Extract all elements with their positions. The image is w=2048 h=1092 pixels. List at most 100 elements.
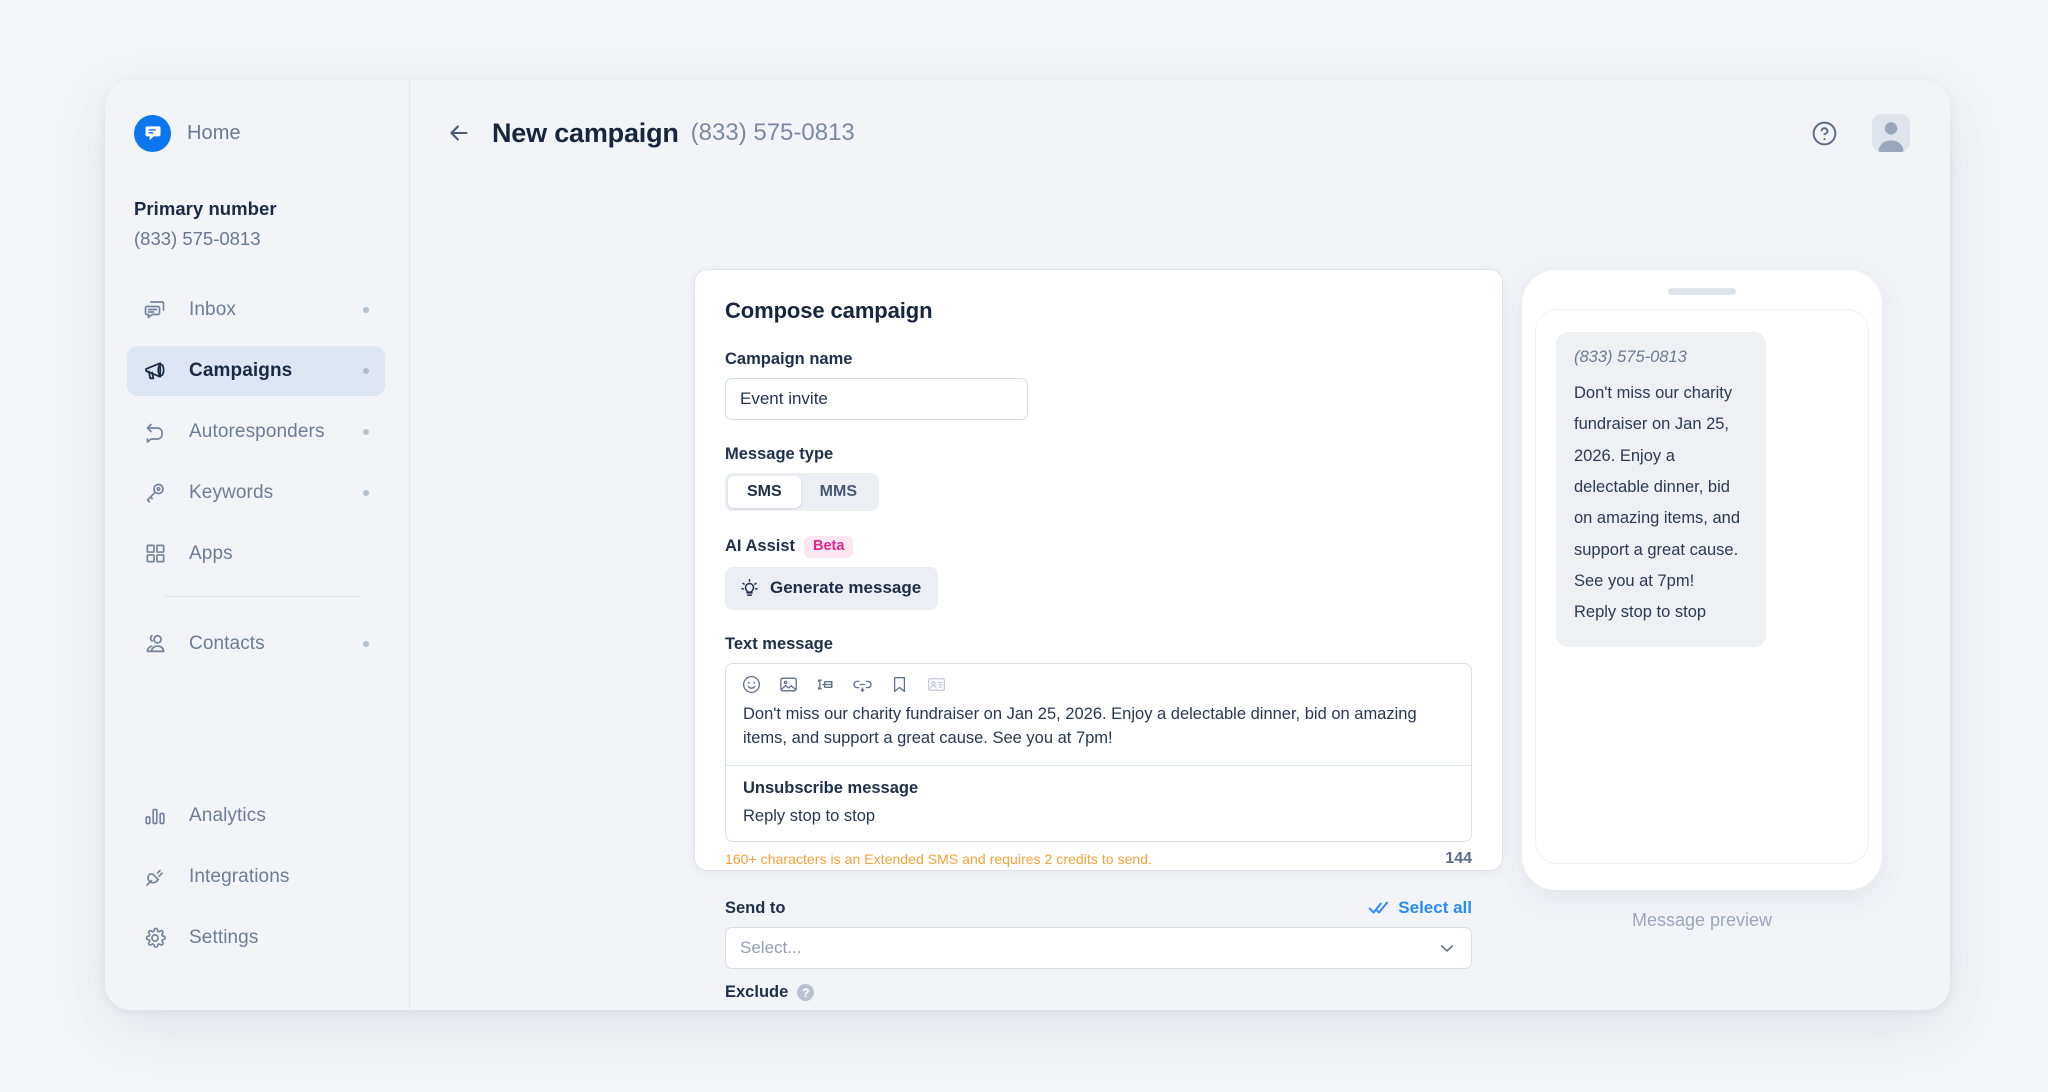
sidebar-item-analytics[interactable]: Analytics bbox=[127, 791, 385, 841]
sidebar: Home Primary number (833) 575-0813 Inbox bbox=[105, 80, 410, 1010]
bookmark-icon[interactable] bbox=[888, 673, 911, 696]
contact-card-icon bbox=[925, 673, 948, 696]
status-dot bbox=[363, 368, 369, 374]
unsubscribe-text: Reply stop to stop bbox=[743, 807, 1454, 826]
campaign-name-field-group: Campaign name bbox=[725, 350, 1472, 420]
emoji-icon[interactable] bbox=[740, 673, 763, 696]
sidebar-item-keywords[interactable]: Keywords bbox=[127, 468, 385, 518]
status-dot bbox=[363, 641, 369, 647]
key-icon bbox=[142, 480, 168, 506]
double-check-icon bbox=[1368, 899, 1390, 917]
megaphone-icon bbox=[142, 358, 168, 384]
sidebar-item-apps[interactable]: Apps bbox=[127, 529, 385, 579]
send-to-label: Send to bbox=[725, 899, 786, 918]
app-page: Home Primary number (833) 575-0813 Inbox bbox=[0, 0, 2048, 1092]
gear-icon bbox=[142, 925, 168, 951]
status-dot bbox=[363, 490, 369, 496]
user-avatar-icon[interactable] bbox=[1872, 114, 1910, 152]
primary-number-block: Primary number (833) 575-0813 bbox=[105, 156, 409, 253]
generate-message-button[interactable]: Generate message bbox=[725, 567, 938, 610]
send-to-select[interactable]: Select... bbox=[725, 927, 1472, 969]
exclude-label: Exclude bbox=[725, 983, 788, 1002]
arrow-left-icon[interactable] bbox=[442, 116, 476, 150]
page-subtitle-number: (833) 575-0813 bbox=[691, 119, 855, 147]
phone-speaker-bar bbox=[1668, 288, 1736, 295]
topbar-actions bbox=[1810, 114, 1910, 152]
message-type-label: Message type bbox=[725, 445, 1472, 464]
select-all-label: Select all bbox=[1398, 898, 1472, 918]
bar-chart-icon bbox=[142, 803, 168, 829]
app-window: Home Primary number (833) 575-0813 Inbox bbox=[105, 80, 1950, 1010]
sidebar-divider bbox=[164, 596, 361, 597]
sidebar-item-settings[interactable]: Settings bbox=[127, 913, 385, 963]
image-icon[interactable] bbox=[777, 673, 800, 696]
generate-message-label: Generate message bbox=[770, 578, 921, 598]
unsubscribe-label: Unsubscribe message bbox=[743, 779, 1454, 798]
message-preview-caption: Message preview bbox=[1522, 910, 1882, 931]
sidebar-item-label: Contacts bbox=[189, 633, 265, 655]
page-title: New campaign bbox=[492, 118, 679, 149]
sidebar-item-integrations[interactable]: Integrations bbox=[127, 852, 385, 902]
sidebar-item-label: Settings bbox=[189, 927, 258, 949]
sidebar-item-autoresponders[interactable]: Autoresponders bbox=[127, 407, 385, 457]
send-to-placeholder: Select... bbox=[740, 938, 801, 958]
sidebar-item-label: Apps bbox=[189, 543, 233, 565]
bubble-sender-number: (833) 575-0813 bbox=[1574, 348, 1748, 367]
sidebar-item-label: Autoresponders bbox=[189, 421, 325, 443]
reply-arrow-icon bbox=[142, 419, 168, 445]
character-count: 144 bbox=[1445, 850, 1472, 868]
sidebar-item-label: Integrations bbox=[189, 866, 290, 888]
sidebar-item-campaigns[interactable]: Campaigns bbox=[127, 346, 385, 396]
merge-field-icon[interactable] bbox=[814, 673, 837, 696]
campaign-name-input[interactable] bbox=[725, 378, 1028, 420]
message-bubble: (833) 575-0813 Don't miss our charity fu… bbox=[1556, 332, 1766, 647]
ai-assist-label-row: AI Assist Beta bbox=[725, 536, 1472, 558]
sidebar-nav: Inbox Campaigns bbox=[105, 285, 409, 680]
chat-bubble-logo-icon bbox=[134, 115, 171, 152]
sidebar-item-label: Keywords bbox=[189, 482, 273, 504]
primary-number-title: Primary number bbox=[134, 196, 409, 223]
inbox-chat-icon bbox=[142, 297, 168, 323]
sidebar-item-label: Campaigns bbox=[189, 360, 292, 382]
sidebar-item-label: Inbox bbox=[189, 299, 236, 321]
phone-frame: (833) 575-0813 Don't miss our charity fu… bbox=[1522, 270, 1882, 890]
beta-badge: Beta bbox=[804, 536, 853, 558]
message-type-segmented-control: SMS MMS bbox=[725, 473, 879, 511]
text-message-label: Text message bbox=[725, 635, 1472, 654]
question-mark-icon[interactable]: ? bbox=[797, 984, 814, 1001]
ai-assist-label: AI Assist bbox=[725, 537, 795, 556]
people-icon bbox=[142, 631, 168, 657]
message-type-mms-button[interactable]: MMS bbox=[801, 476, 876, 508]
sidebar-nav-bottom: Analytics Integrations bbox=[105, 791, 409, 1010]
bubble-message-text: Don't miss our charity fundraiser on Jan… bbox=[1574, 378, 1748, 597]
sidebar-item-contacts[interactable]: Contacts bbox=[127, 619, 385, 669]
editor-meta-row: 160+ characters is an Extended SMS and r… bbox=[725, 850, 1472, 868]
grid-squares-icon bbox=[142, 541, 168, 567]
send-to-header: Send to Select all bbox=[725, 898, 1472, 918]
extended-sms-warning: 160+ characters is an Extended SMS and r… bbox=[725, 851, 1152, 867]
status-dot bbox=[363, 429, 369, 435]
link-icon[interactable] bbox=[851, 673, 874, 696]
brand-label: Home bbox=[187, 122, 241, 145]
lightbulb-icon bbox=[739, 578, 760, 599]
status-dot bbox=[363, 307, 369, 313]
message-body-text[interactable]: Don't miss our charity fundraiser on Jan… bbox=[726, 700, 1471, 766]
sidebar-item-label: Analytics bbox=[189, 805, 266, 827]
exclude-label-row: Exclude ? bbox=[725, 983, 1472, 1002]
campaign-name-label: Campaign name bbox=[725, 350, 1472, 369]
message-type-field-group: Message type SMS MMS bbox=[725, 445, 1472, 511]
select-all-button[interactable]: Select all bbox=[1368, 898, 1472, 918]
phone-screen: (833) 575-0813 Don't miss our charity fu… bbox=[1535, 309, 1869, 864]
exclude-group: Exclude ? Select... bbox=[725, 983, 1472, 1010]
question-circle-icon[interactable] bbox=[1810, 119, 1839, 148]
send-to-group: Send to Select all Select... bbox=[725, 898, 1472, 969]
sidebar-item-inbox[interactable]: Inbox bbox=[127, 285, 385, 335]
message-type-sms-button[interactable]: SMS bbox=[728, 476, 801, 508]
chevron-down-icon bbox=[1437, 938, 1457, 958]
compose-card-title: Compose campaign bbox=[725, 298, 1472, 324]
editor-toolbar bbox=[726, 664, 1471, 700]
message-editor: Don't miss our charity fundraiser on Jan… bbox=[725, 663, 1472, 843]
primary-number-value: (833) 575-0813 bbox=[134, 226, 409, 253]
message-preview-panel: (833) 575-0813 Don't miss our charity fu… bbox=[1522, 270, 1882, 931]
brand-home-link[interactable]: Home bbox=[105, 80, 409, 156]
